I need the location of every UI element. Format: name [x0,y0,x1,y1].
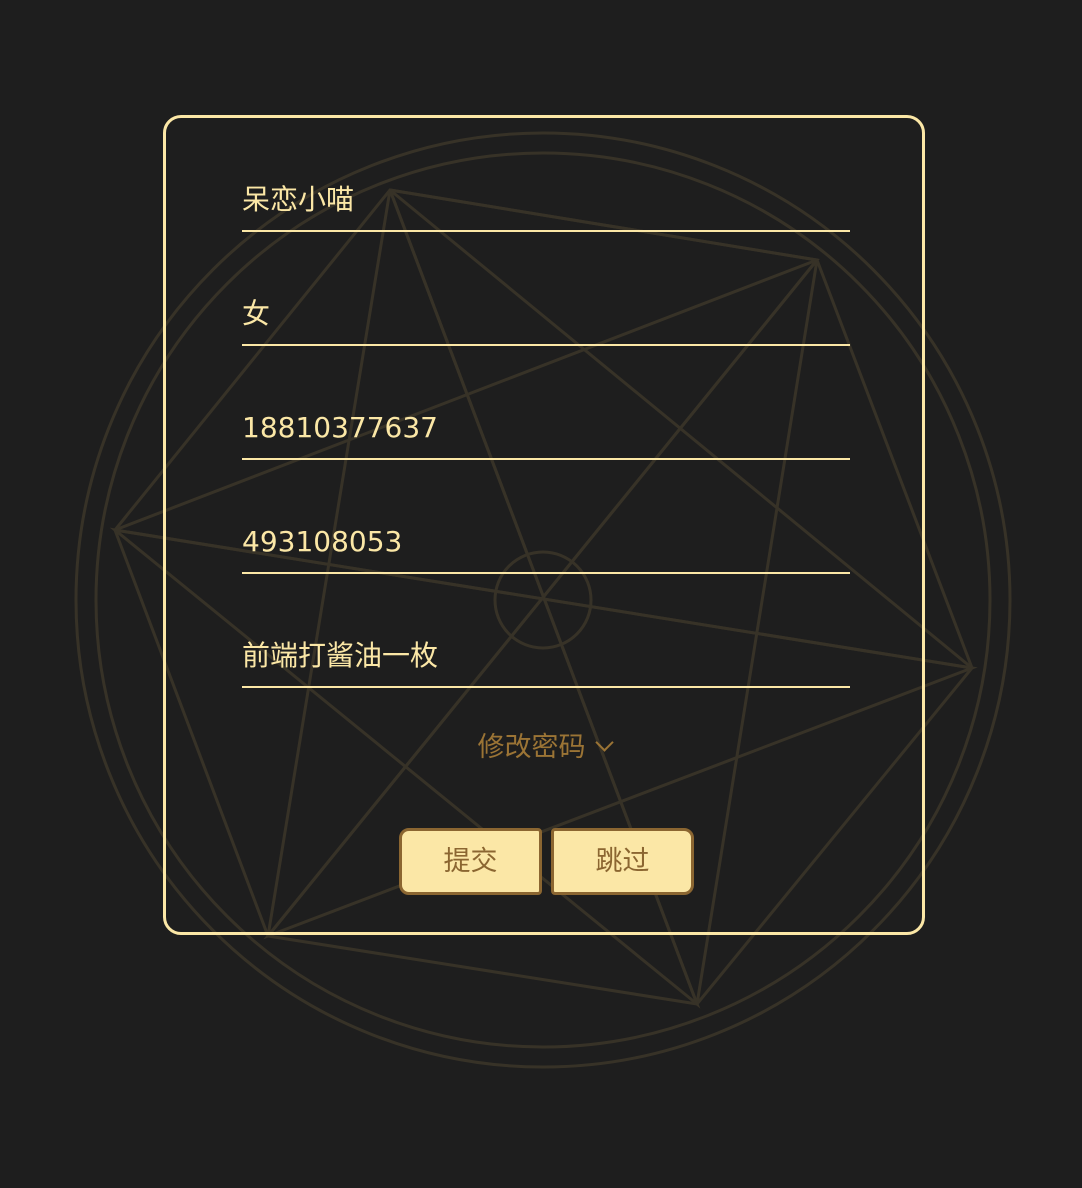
skip-button[interactable]: 跳过 [551,828,694,895]
nickname-field [242,174,850,232]
change-password-toggle[interactable]: 修改密码 [166,730,922,766]
nickname-input[interactable] [242,182,850,218]
change-password-label: 修改密码 [477,732,586,763]
submit-button[interactable]: 提交 [399,828,542,895]
chevron-down-icon [594,733,614,752]
qq-input[interactable] [242,524,850,560]
bio-input[interactable] [242,638,850,674]
phone-input[interactable] [242,410,850,446]
phone-field [242,402,850,460]
bio-field [242,630,850,688]
profile-form-card: 修改密码 提交 跳过 [163,115,925,935]
gender-input[interactable] [242,296,850,332]
qq-field [242,516,850,574]
page-background: 修改密码 提交 跳过 [0,0,1082,1188]
gender-field [242,288,850,346]
